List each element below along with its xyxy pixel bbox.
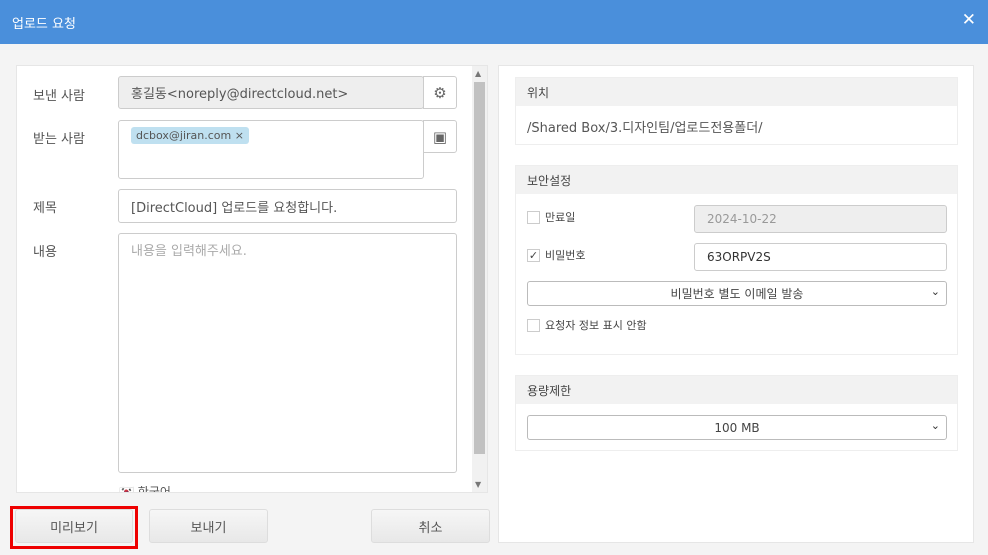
- subject-input[interactable]: [DirectCloud] 업로드를 요청합니다.: [118, 189, 457, 223]
- capacity-section: 용량제한 100 MB ⌄: [515, 375, 958, 451]
- remove-recipient-icon[interactable]: ×: [235, 129, 244, 142]
- recipient-chip: dcbox@jiran.com ×: [131, 127, 249, 144]
- password-checkbox[interactable]: ✓: [527, 249, 540, 262]
- expiry-label: 만료일: [545, 211, 576, 224]
- capacity-select[interactable]: 100 MB ⌄: [527, 415, 947, 440]
- sender-label: 보낸 사람: [33, 89, 85, 104]
- request-form-panel: 보낸 사람 홍길동<noreply@directcloud.net> ⚙ 받는 …: [16, 65, 488, 493]
- content-label: 내용: [33, 245, 57, 260]
- scrollbar[interactable]: ▲ ▼: [472, 66, 487, 492]
- expiry-date-input[interactable]: 2024-10-22: [694, 205, 947, 233]
- chevron-down-icon: ⌄: [930, 285, 940, 298]
- password-label: 비밀번호: [545, 249, 586, 262]
- password-input[interactable]: 63ORPV2S: [694, 243, 947, 271]
- location-header: 위치: [516, 78, 957, 106]
- contact-book-icon: ▣: [432, 127, 448, 146]
- cancel-button[interactable]: 취소: [371, 509, 490, 543]
- location-section: 위치 /Shared Box/3.디자인팀/업로드전용폴더/: [515, 77, 958, 145]
- sender-settings-button[interactable]: ⚙: [423, 76, 457, 109]
- recipient-input[interactable]: dcbox@jiran.com ×: [118, 120, 424, 179]
- subject-label: 제목: [33, 201, 57, 216]
- dialog-titlebar: 업로드 요청 ✕: [0, 0, 988, 44]
- settings-panel: 위치 /Shared Box/3.디자인팀/업로드전용폴더/ 보안설정 만료일 …: [498, 65, 974, 543]
- close-icon[interactable]: ✕: [962, 10, 976, 30]
- gear-icon: ⚙: [433, 83, 447, 102]
- expiry-checkbox[interactable]: [527, 211, 540, 224]
- password-delivery-select[interactable]: 비밀번호 별도 이메일 발송 ⌄: [527, 281, 947, 306]
- content-textarea[interactable]: 내용을 입력해주세요.: [118, 233, 457, 473]
- preview-button[interactable]: 미리보기: [15, 509, 133, 543]
- language-selector[interactable]: 🇰🇷 한국어: [119, 483, 171, 493]
- scroll-down-icon[interactable]: ▼: [475, 480, 481, 489]
- scroll-thumb[interactable]: [474, 82, 485, 454]
- chevron-down-icon: ⌄: [930, 419, 940, 432]
- security-section: 보안설정 만료일 2024-10-22 ✓ 비밀번호 63ORPV2S 비밀번호…: [515, 165, 958, 355]
- address-book-button[interactable]: ▣: [423, 120, 457, 153]
- location-path: /Shared Box/3.디자인팀/업로드전용폴더/: [527, 121, 763, 136]
- security-header: 보안설정: [516, 166, 957, 194]
- send-button[interactable]: 보내기: [149, 509, 268, 543]
- recipient-label: 받는 사람: [33, 132, 85, 147]
- korea-flag-icon: 🇰🇷: [119, 485, 134, 493]
- scroll-up-icon[interactable]: ▲: [475, 69, 481, 78]
- hide-requester-checkbox[interactable]: [527, 319, 540, 332]
- sender-field: 홍길동<noreply@directcloud.net>: [118, 76, 424, 109]
- capacity-header: 용량제한: [516, 376, 957, 404]
- hide-requester-label: 요청자 정보 표시 안함: [545, 319, 647, 332]
- dialog-title: 업로드 요청: [12, 17, 76, 32]
